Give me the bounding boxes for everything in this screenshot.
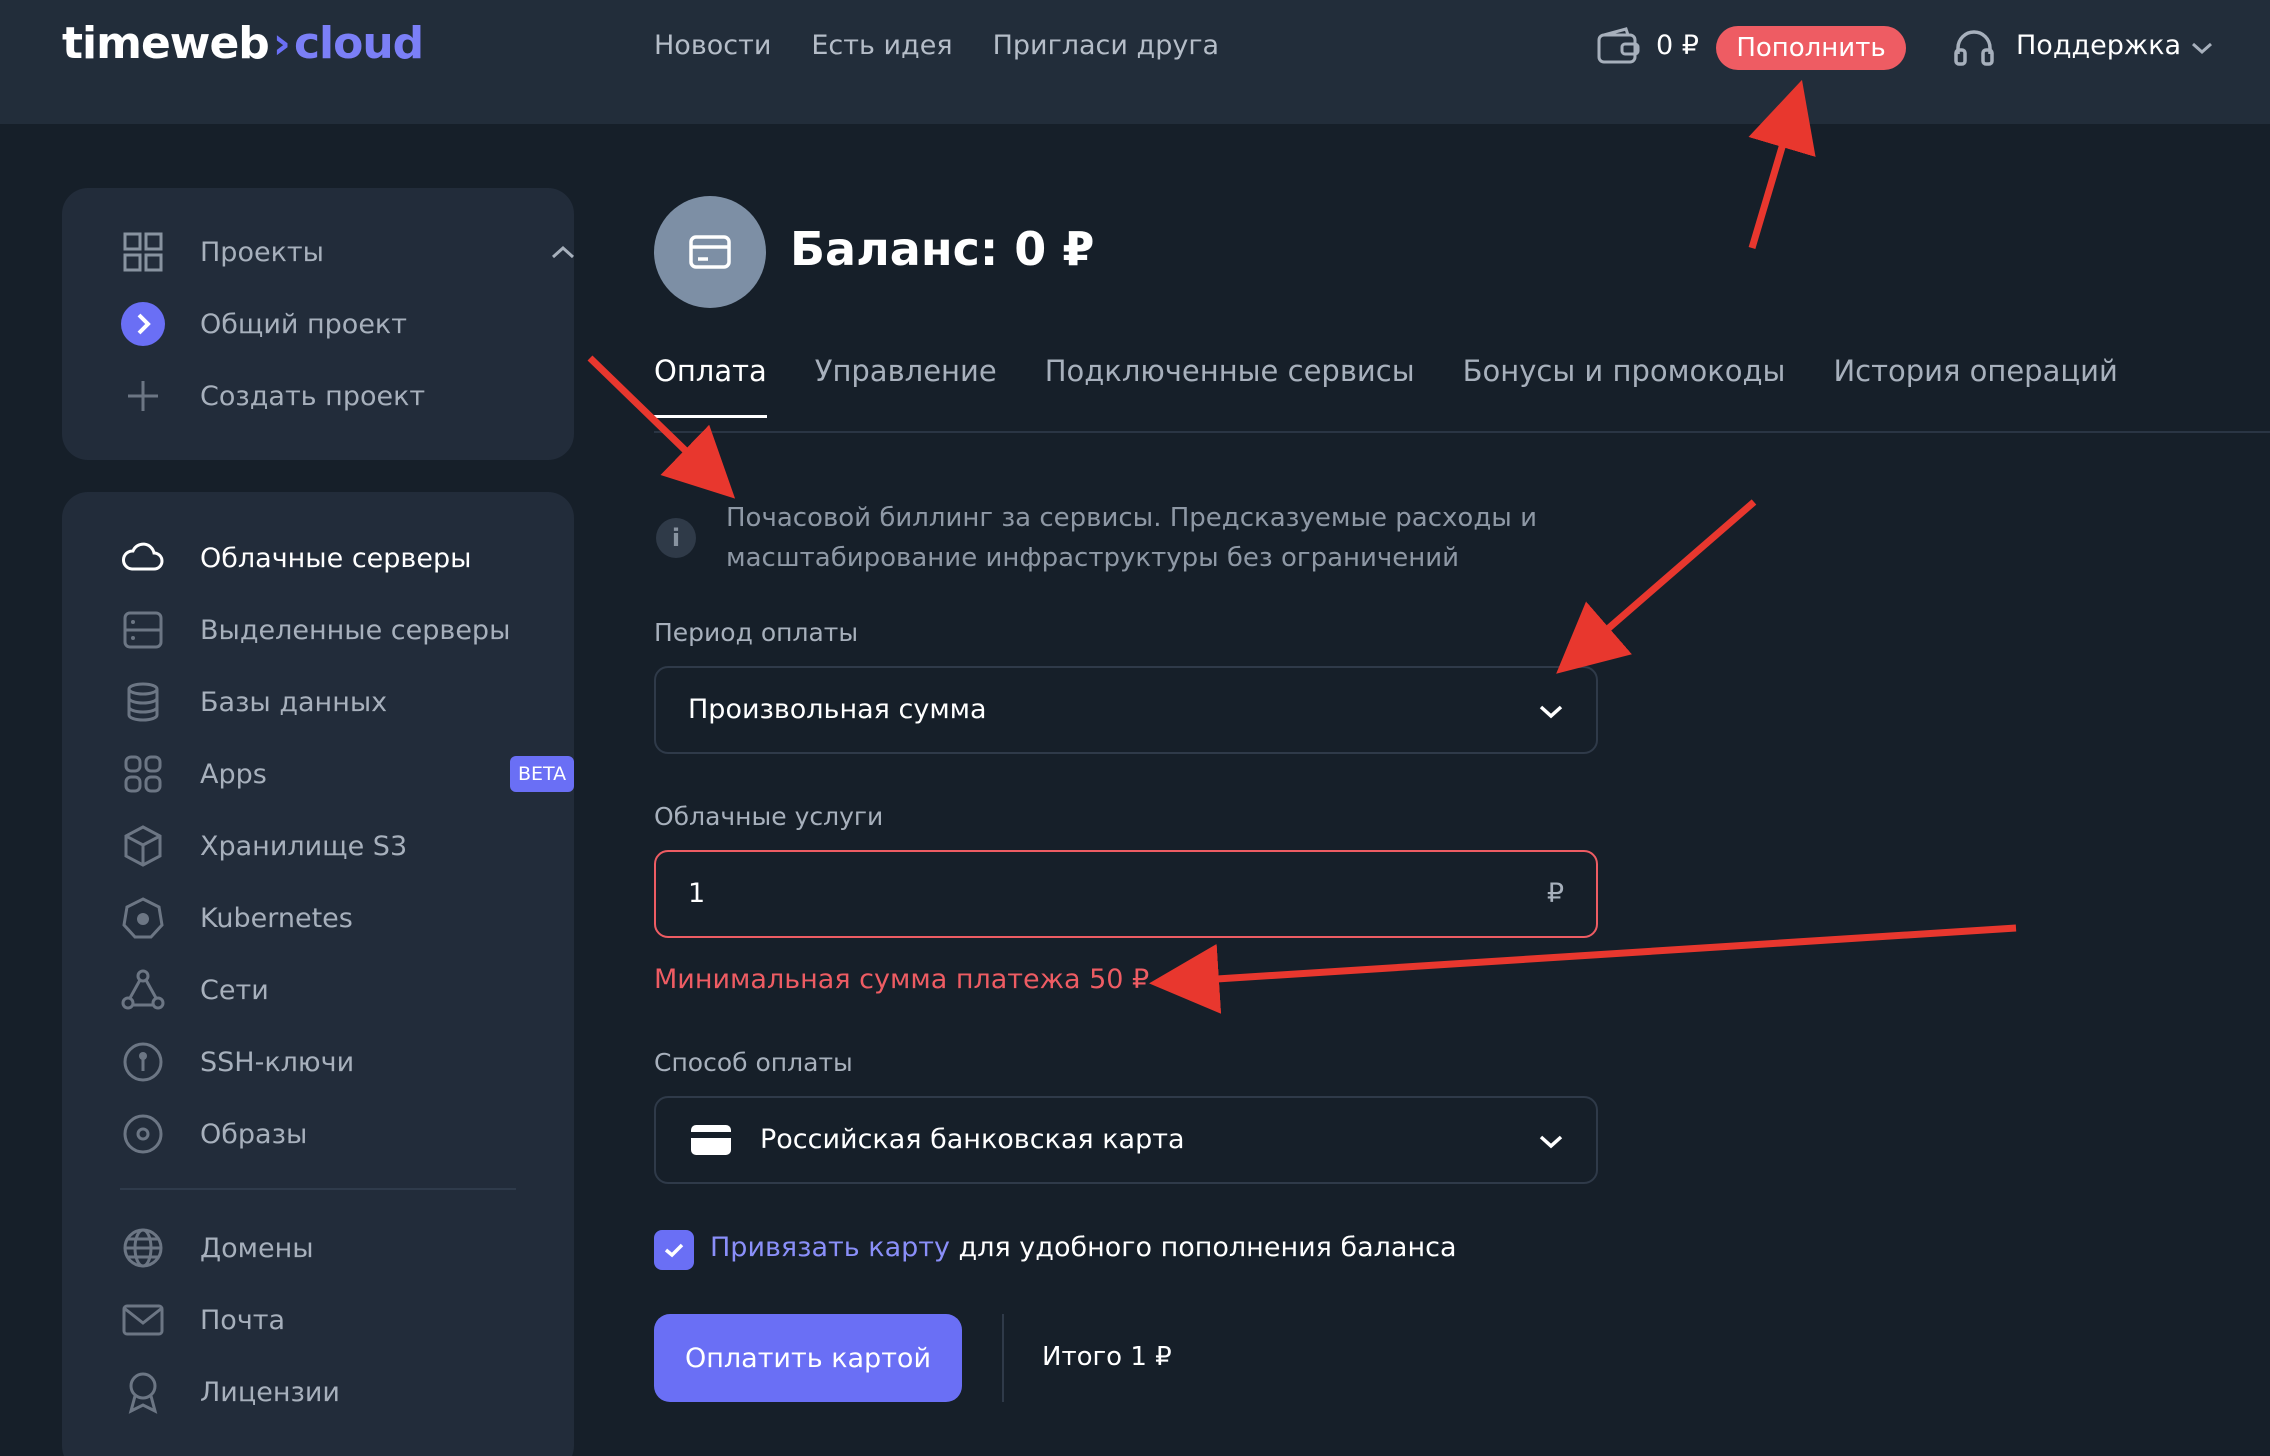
method-label: Способ оплаты	[654, 1048, 853, 1077]
cloud-icon	[122, 542, 164, 571]
chevron-down-icon	[1539, 1135, 1563, 1149]
network-icon	[121, 969, 165, 1010]
server-icon	[123, 611, 163, 649]
chevron-up-icon[interactable]	[548, 240, 578, 264]
bind-card-link[interactable]: Привязать карту	[710, 1232, 950, 1263]
chevron-down-icon	[1539, 705, 1563, 719]
sidebar-item-kubernetes[interactable]: Kubernetes	[120, 892, 550, 944]
currency-symbol: ₽	[1546, 878, 1564, 909]
amount-input[interactable]: 1 ₽	[654, 850, 1598, 938]
plus-icon	[128, 381, 158, 411]
header-balance: 0 ₽	[1656, 30, 1699, 61]
key-icon	[123, 1042, 163, 1082]
credit-card-icon	[689, 235, 731, 269]
sidebar-item-images[interactable]: Образы	[120, 1108, 550, 1160]
amount-value: 1	[688, 878, 706, 909]
apps-icon	[124, 755, 162, 793]
projects-card: Проекты Общий проект Создать проект	[62, 188, 575, 460]
method-select[interactable]: Российская банковская карта	[654, 1096, 1598, 1184]
sidebar-item-apps[interactable]: Apps BETA	[120, 748, 575, 800]
tab-history[interactable]: История операций	[1833, 354, 2117, 418]
arrow-to-period-select	[1556, 499, 1757, 674]
headset-icon[interactable]	[1952, 26, 1996, 70]
grid-icon	[123, 232, 163, 272]
cube-icon	[124, 825, 162, 867]
sidebar-item-dedicated-servers[interactable]: Выделенные серверы	[120, 604, 550, 656]
tab-bonuses[interactable]: Бонусы и промокоды	[1463, 354, 1786, 418]
total-amount: Итого 1 ₽	[1042, 1342, 1172, 1372]
sidebar-item-licenses[interactable]: Лицензии	[120, 1366, 550, 1418]
period-select[interactable]: Произвольная сумма	[654, 666, 1598, 754]
sidebar-item-projects[interactable]: Проекты	[120, 226, 575, 278]
bind-card-checkbox[interactable]	[654, 1230, 694, 1270]
kubernetes-icon	[122, 897, 164, 939]
brand-logo[interactable]: timeweb › cloud	[62, 18, 424, 78]
sidebar-item-general-project[interactable]: Общий проект	[120, 298, 550, 350]
method-value: Российская банковская карта	[760, 1124, 1185, 1155]
nav-invite-friend[interactable]: Пригласи друга	[993, 30, 1219, 61]
chevron-down-icon[interactable]	[2188, 36, 2216, 60]
tabs-divider	[654, 431, 2270, 433]
wallet-icon[interactable]	[1596, 26, 1640, 66]
info-icon: i	[656, 518, 696, 558]
disc-icon	[123, 1114, 163, 1154]
beta-badge: BETA	[510, 756, 575, 792]
amount-error: Минимальная сумма платежа 50 ₽	[654, 964, 1150, 995]
tab-connected-services[interactable]: Подключенные сервисы	[1045, 354, 1415, 418]
billing-info-text: Почасовой биллинг за сервисы. Предсказуе…	[726, 503, 1537, 573]
bind-card-text: для удобного пополнения баланса	[949, 1232, 1457, 1263]
sidebar-item-ssh-keys[interactable]: SSH-ключи	[120, 1036, 550, 1088]
nav-idea[interactable]: Есть идея	[811, 30, 952, 61]
sidebar-divider	[120, 1188, 516, 1190]
top-header: timeweb › cloud Новости Есть идея Пригласи…	[0, 0, 2270, 124]
sidebar-item-cloud-servers[interactable]: Облачные серверы	[120, 532, 550, 584]
mail-icon	[122, 1304, 164, 1336]
sidebar-item-mail[interactable]: Почта	[120, 1294, 550, 1346]
sidebar-item-databases[interactable]: Базы данных	[120, 676, 550, 728]
period-value: Произвольная сумма	[688, 694, 987, 725]
support-menu[interactable]: Поддержка	[2016, 30, 2181, 61]
globe-icon	[123, 1228, 163, 1268]
tab-payment[interactable]: Оплата	[654, 354, 767, 418]
period-label: Период оплаты	[654, 618, 859, 647]
balance-avatar	[654, 196, 766, 308]
sidebar-item-create-project[interactable]: Создать проект	[120, 370, 550, 422]
topup-button[interactable]: Пополнить	[1716, 26, 1906, 70]
chevron-right-circle-icon	[121, 302, 165, 346]
license-icon	[128, 1372, 158, 1414]
sidebar-item-s3-storage[interactable]: Хранилище S3	[120, 820, 550, 872]
vertical-divider	[1002, 1314, 1004, 1402]
page-title: Баланс: 0 ₽	[790, 222, 1095, 276]
sidebar-item-domains[interactable]: Домены	[120, 1222, 550, 1274]
top-nav: Новости Есть идея Пригласи друга	[654, 30, 1219, 61]
database-icon	[127, 682, 159, 722]
services-card: Облачные серверы Выделенные серверы Базы…	[62, 492, 575, 1456]
check-icon	[664, 1243, 684, 1258]
sidebar-item-networks[interactable]: Сети	[120, 964, 550, 1016]
pay-by-card-button[interactable]: Оплатить картой	[654, 1314, 962, 1402]
amount-label: Облачные услуги	[654, 802, 884, 831]
tab-management[interactable]: Управление	[815, 354, 997, 418]
bind-card-row: Привязать карту для удобного пополнения …	[710, 1232, 1457, 1263]
bank-card-icon	[691, 1125, 731, 1155]
tabs-bar: Оплата Управление Подключенные сервисы Б…	[654, 354, 2118, 418]
nav-news[interactable]: Новости	[654, 30, 771, 61]
